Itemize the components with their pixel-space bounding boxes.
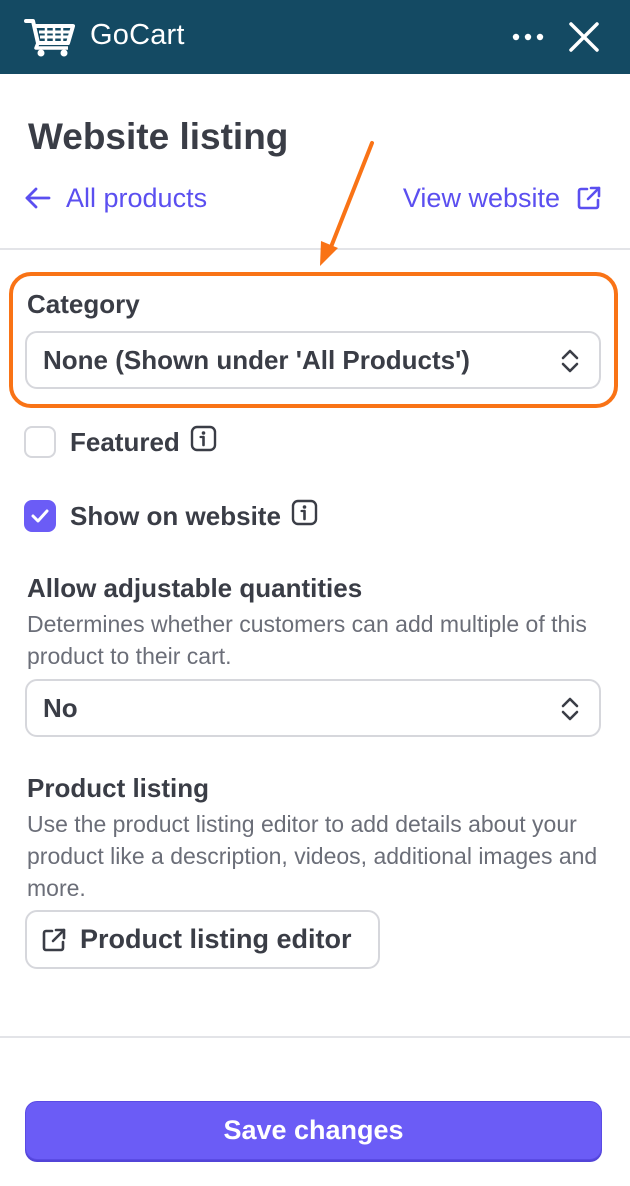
footer-divider (0, 1036, 630, 1038)
info-icon[interactable] (291, 499, 318, 526)
view-website-label: View website (402, 182, 560, 213)
page-title: Website listing (28, 116, 289, 157)
close-icon[interactable] (566, 19, 602, 55)
product-listing-editor-label: Product listing editor (80, 924, 352, 954)
view-website-link[interactable]: View website (403, 180, 602, 216)
adjustable-quantities-selected-value: No (43, 692, 78, 723)
show-on-website-checkbox[interactable] (24, 500, 56, 532)
category-label: Category (27, 289, 140, 319)
featured-checkbox-row[interactable]: Featured (24, 425, 217, 459)
show-on-website-checkbox-row[interactable]: Show on website (24, 499, 318, 533)
featured-label: Featured (70, 426, 180, 457)
checkmark-icon (31, 509, 49, 523)
shopping-cart-icon (24, 19, 75, 57)
arrow-left-icon (25, 187, 51, 209)
product-listing-help: Use the product listing editor to add de… (27, 811, 598, 901)
adjustable-quantities-label: Allow adjustable quantities (27, 573, 363, 603)
adjustable-quantities-help: Determines whether customers can add mul… (27, 611, 587, 669)
save-changes-button[interactable]: Save changes (25, 1101, 602, 1160)
chevron-up-down-icon (561, 349, 579, 373)
category-select[interactable]: None (Shown under 'All Products') (25, 331, 601, 389)
category-selected-value: None (Shown under 'All Products') (43, 344, 470, 375)
app-name: GoCart (90, 19, 185, 51)
product-listing-editor-button[interactable]: Product listing editor (25, 910, 380, 969)
chevron-up-down-icon (561, 697, 579, 721)
info-icon[interactable] (190, 425, 217, 452)
header-divider (0, 248, 630, 250)
all-products-link[interactable]: All products (24, 180, 207, 216)
product-listing-label: Product listing (27, 773, 209, 803)
more-dots-icon[interactable] (510, 22, 546, 52)
adjustable-quantities-select[interactable]: No (25, 679, 601, 737)
show-on-website-label: Show on website (70, 500, 281, 531)
external-link-icon (42, 928, 66, 951)
featured-checkbox[interactable] (24, 426, 56, 458)
app-header: GoCart (0, 0, 630, 74)
external-link-icon (577, 186, 601, 210)
all-products-label: All products (66, 182, 208, 213)
